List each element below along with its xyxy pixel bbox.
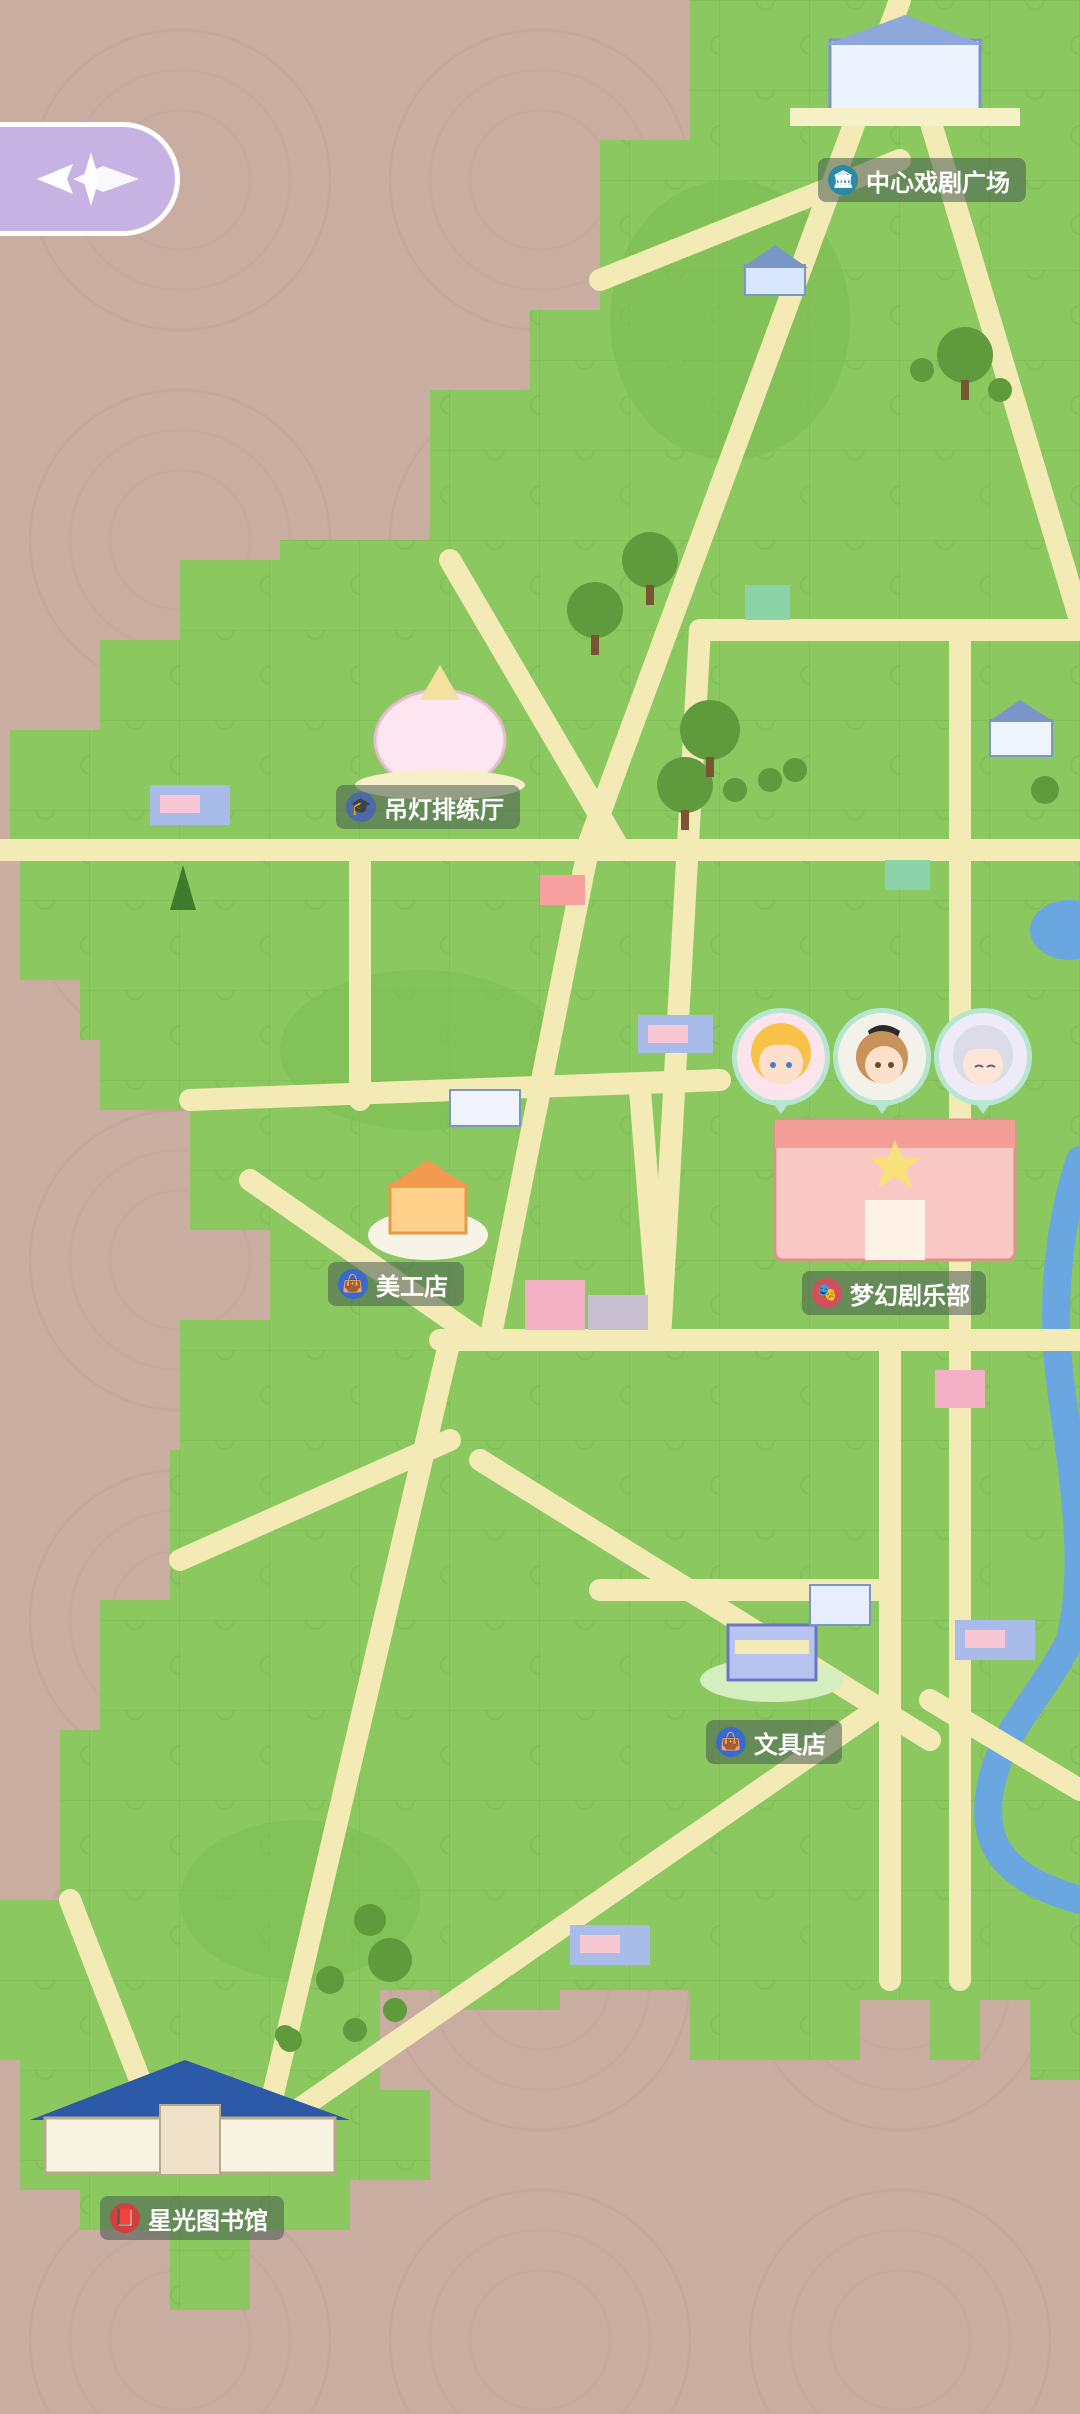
brown-hair-girl-avatar-icon — [856, 1025, 908, 1084]
location-name: 文具店 — [754, 1730, 826, 1759]
back-compass-button[interactable] — [0, 122, 180, 236]
shopping-bag-icon: 👜 — [716, 1727, 746, 1757]
location-name: 星光图书馆 — [148, 2206, 268, 2235]
blonde-girl-avatar-icon — [751, 1023, 811, 1085]
book-icon: 📕 — [110, 2203, 140, 2233]
avatar-pointer — [771, 1100, 791, 1114]
shopping-bag-icon: 👜 — [338, 1269, 368, 1299]
compass-arrow-icon — [36, 152, 139, 206]
graduation-cap-icon: 🎓 — [346, 792, 376, 822]
label-central-theater-plaza[interactable]: 🏛 中心戏剧广场 — [818, 158, 1026, 202]
city-map[interactable] — [0, 0, 1080, 2414]
avatar-pointer — [872, 1100, 892, 1114]
character-avatar-silver-hair-girl[interactable] — [934, 1008, 1032, 1106]
location-name: 梦幻剧乐部 — [850, 1281, 970, 1310]
label-stationery-shop[interactable]: 👜 文具店 — [706, 1720, 842, 1764]
location-name: 美工店 — [376, 1272, 448, 1301]
bank-icon: 🏛 — [828, 165, 858, 195]
label-chandelier-rehearsal-hall[interactable]: 🎓 吊灯排练厅 — [336, 785, 520, 829]
label-dream-drama-club[interactable]: 🎭 梦幻剧乐部 — [802, 1271, 986, 1315]
location-name: 中心戏剧广场 — [866, 168, 1010, 197]
theater-masks-icon: 🎭 — [812, 1278, 842, 1308]
location-name: 吊灯排练厅 — [384, 795, 504, 824]
label-starlight-library[interactable]: 📕 星光图书馆 — [100, 2196, 284, 2240]
label-art-shop[interactable]: 👜 美工店 — [328, 1262, 464, 1306]
avatar-pointer — [973, 1100, 993, 1114]
character-avatar-blonde-girl[interactable] — [732, 1008, 830, 1106]
dream-club-building — [773, 1118, 1017, 1262]
character-avatar-brown-hair-girl[interactable] — [833, 1008, 931, 1106]
silver-hair-girl-avatar-icon — [953, 1025, 1013, 1085]
